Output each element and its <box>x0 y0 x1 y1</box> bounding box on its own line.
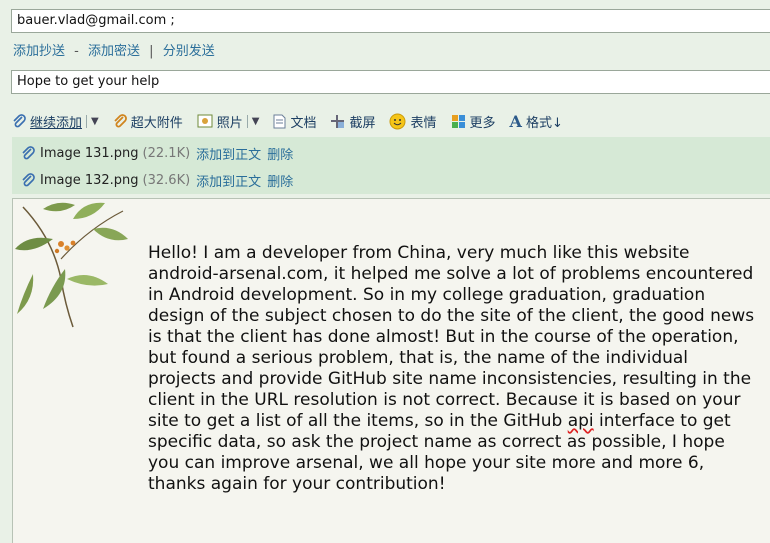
large-attachment-button[interactable]: 超大附件 <box>113 112 183 131</box>
link-dash: - <box>74 44 79 59</box>
large-attachment-icon <box>114 113 127 127</box>
message-body-editor[interactable]: Hello! I am a developer from China, very… <box>12 198 770 543</box>
large-attachment-label: 超大附件 <box>130 115 183 131</box>
add-bcc-link[interactable]: 添加密送 <box>88 44 140 59</box>
continue-add-button[interactable]: 继续添加 ▼ <box>12 112 99 131</box>
attachment-item: Image 132.png (32.6K) 添加到正文 删除 <box>21 171 293 190</box>
photo-label: 照片 <box>216 115 243 131</box>
document-label: 文档 <box>290 115 317 131</box>
recipient-links: 添加抄送 - 添加密送 | 分别发送 <box>13 40 215 59</box>
add-to-body-link[interactable]: 添加到正文 <box>196 144 261 163</box>
attachment-size: (22.1K) <box>142 145 191 161</box>
delete-attachment-link[interactable]: 删除 <box>267 171 293 190</box>
format-label: 格式↓ <box>525 115 563 131</box>
link-divider: | <box>149 44 154 59</box>
screenshot-icon <box>331 114 345 128</box>
screenshot-button[interactable]: 截屏 <box>330 112 375 131</box>
add-cc-link[interactable]: 添加抄送 <box>13 44 65 59</box>
paperclip-icon <box>13 113 26 127</box>
chevron-down-icon[interactable]: ▼ <box>252 116 260 127</box>
emoji-button[interactable]: 表情 <box>389 112 437 131</box>
send-separately-link[interactable]: 分别发送 <box>163 44 215 59</box>
attachment-name: Image 131.png <box>40 145 139 161</box>
misspelled-word: api <box>567 411 594 431</box>
grid-icon <box>451 114 465 128</box>
smiley-icon <box>389 113 406 129</box>
compose-toolbar: 继续添加 ▼ 超大附件 照片 ▼ 文档 截屏 表情 更多 A 格式↓ <box>12 109 577 133</box>
toolbar-separator <box>86 114 88 128</box>
font-a-icon: A <box>509 111 522 131</box>
recipient-field[interactable]: bauer.vlad@gmail.com ; <box>11 9 770 33</box>
more-label: 更多 <box>469 115 496 131</box>
attachment-item: Image 131.png (22.1K) 添加到正文 删除 <box>21 144 293 163</box>
delete-attachment-link[interactable]: 删除 <box>267 144 293 163</box>
more-button[interactable]: 更多 <box>451 112 496 131</box>
attachments-panel: Image 131.png (22.1K) 添加到正文 删除 Image 132… <box>12 137 770 194</box>
paperclip-icon <box>22 172 35 186</box>
recipient-value: bauer.vlad@gmail.com ; <box>17 13 175 28</box>
message-text: Hello! I am a developer from China, very… <box>148 243 758 495</box>
document-button[interactable]: 文档 <box>273 112 316 131</box>
toolbar-separator <box>246 114 248 128</box>
subject-field[interactable]: Hope to get your help <box>11 70 770 94</box>
screenshot-label: 截屏 <box>349 115 376 131</box>
chevron-down-icon[interactable]: ▼ <box>91 116 99 127</box>
document-icon <box>273 114 286 128</box>
paperclip-icon <box>22 145 35 159</box>
message-text-part-1: Hello! I am a developer from China, very… <box>148 243 755 431</box>
format-button[interactable]: A 格式↓ <box>510 112 563 131</box>
stationery-leaf-decoration <box>15 202 128 328</box>
photo-button[interactable]: 照片 ▼ <box>197 112 260 131</box>
attachment-size: (32.6K) <box>142 172 191 188</box>
add-to-body-link[interactable]: 添加到正文 <box>196 171 261 190</box>
emoji-label: 表情 <box>410 115 437 131</box>
attachment-name: Image 132.png <box>40 172 139 188</box>
continue-add-label: 继续添加 <box>30 115 83 131</box>
photo-icon <box>197 114 213 128</box>
subject-value: Hope to get your help <box>17 74 160 89</box>
